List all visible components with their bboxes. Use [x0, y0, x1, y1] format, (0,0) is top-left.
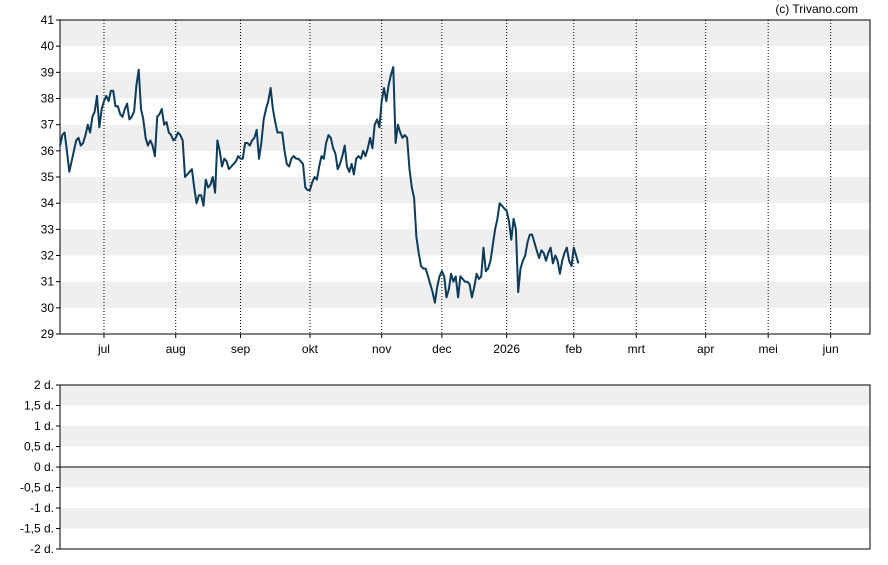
- bottom-y-tick-label: 2 d.: [34, 378, 54, 392]
- bottom-panel-bands: [60, 385, 870, 529]
- top-band: [60, 229, 870, 256]
- top-band: [60, 72, 870, 99]
- x-tick-label: nov: [372, 342, 391, 356]
- bottom-y-tick-label: 1,5 d.: [24, 399, 54, 413]
- x-tick-label: 2026: [493, 342, 520, 356]
- x-tick-label: mei: [758, 342, 777, 356]
- y-tick-label: 32: [41, 249, 55, 263]
- x-tick-label: aug: [166, 342, 186, 356]
- y-tick-label: 34: [41, 196, 55, 210]
- y-tick-label: 36: [41, 144, 55, 158]
- top-band: [60, 177, 870, 204]
- bottom-band: [60, 426, 870, 447]
- x-tick-label: jul: [97, 342, 110, 356]
- y-tick-label: 37: [41, 118, 55, 132]
- top-panel-x-ticks: jul aug sep okt nov dec 2026 feb mrt apr mei jun: [97, 334, 839, 356]
- top-panel-bands: [60, 20, 870, 308]
- y-tick-label: 29: [41, 327, 55, 341]
- x-tick-label: mrt: [628, 342, 646, 356]
- bottom-y-tick-label: -2 d.: [30, 542, 54, 556]
- y-tick-label: 39: [41, 65, 55, 79]
- y-tick-label: 31: [41, 275, 55, 289]
- bottom-y-tick-label: -0,5 d.: [20, 481, 54, 495]
- top-band: [60, 20, 870, 47]
- y-tick-label: 30: [41, 301, 55, 315]
- x-tick-label: dec: [432, 342, 451, 356]
- bottom-y-tick-label: 0 d.: [34, 460, 54, 474]
- bottom-y-tick-label: 1 d.: [34, 419, 54, 433]
- bottom-y-tick-label: 0,5 d.: [24, 440, 54, 454]
- x-tick-label: okt: [302, 342, 319, 356]
- credit-label: (c) Trivano.com: [775, 2, 858, 16]
- y-tick-label: 41: [41, 13, 55, 27]
- y-tick-label: 33: [41, 222, 55, 236]
- y-tick-label: 35: [41, 170, 55, 184]
- x-tick-label: feb: [565, 342, 582, 356]
- top-band: [60, 281, 870, 308]
- bottom-y-tick-label: -1,5 d.: [20, 522, 54, 536]
- x-tick-label: apr: [697, 342, 714, 356]
- chart-stage: 29 30 31 32 33 34 35 36 37 38 39 40 41 jul aug sep okt n…: [0, 0, 888, 565]
- x-tick-label: jun: [822, 342, 839, 356]
- bottom-band: [60, 467, 870, 488]
- bottom-y-tick-label: -1 d.: [30, 501, 54, 515]
- bottom-band: [60, 508, 870, 529]
- price-chart-svg: 29 30 31 32 33 34 35 36 37 38 39 40 41 jul aug sep okt n…: [20, 2, 871, 556]
- x-tick-label: sep: [231, 342, 251, 356]
- top-panel-y-ticks: 29 30 31 32 33 34 35 36 37 38 39 40 41: [41, 13, 60, 341]
- y-tick-label: 40: [41, 39, 55, 53]
- y-tick-label: 38: [41, 92, 55, 106]
- bottom-panel-y-ticks: -2 d. -1,5 d. -1 d. -0,5 d. 0 d. 0,5 d. 1 d. 1,…: [20, 378, 60, 556]
- bottom-band: [60, 385, 870, 406]
